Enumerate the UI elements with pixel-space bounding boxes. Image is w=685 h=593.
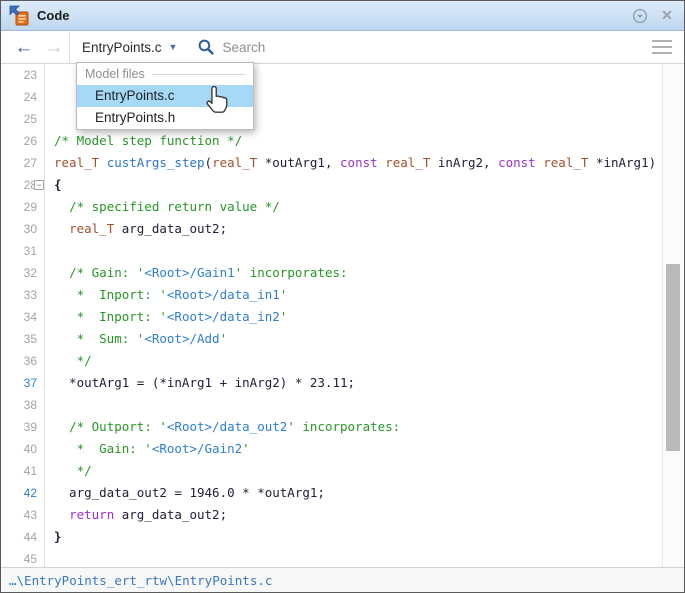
dropdown-group-rule xyxy=(151,73,245,75)
line-number: 44 xyxy=(23,530,37,544)
chevron-down-icon: ▼ xyxy=(168,42,178,52)
line-number: 31 xyxy=(23,244,37,258)
scrollbar-thumb[interactable] xyxy=(666,264,680,451)
code-line-text: * Gain: '<Root>/Gain2' xyxy=(76,441,250,456)
code-lines: 23 24 25 26 /* Model step function */ 27 real_… xyxy=(1,64,662,569)
code-line-text: *outArg1 = (*inArg1 + inArg2) * 23.11; xyxy=(54,375,356,390)
panel-title: Code xyxy=(37,8,70,23)
line-number: 36 xyxy=(23,354,37,368)
line-number: 38 xyxy=(23,398,37,412)
line-number: 41 xyxy=(23,464,37,478)
line-number: 32 xyxy=(23,266,37,280)
code-line[interactable]: 44} xyxy=(1,526,662,548)
file-path: …\EntryPoints_ert_rtw\EntryPoints.c xyxy=(9,572,273,588)
line-number: 45 xyxy=(23,552,37,566)
code-editor[interactable]: 23 24 25 26 /* Model step function */ 27 real_… xyxy=(1,64,662,569)
circle-chevron-down-icon[interactable] xyxy=(631,7,649,25)
code-line-text: } xyxy=(54,529,62,544)
code-line[interactable]: 41 */ xyxy=(1,460,662,482)
code-line[interactable]: 33 * Inport: '<Root>/data_in1' xyxy=(1,284,662,306)
line-number: 29 xyxy=(23,200,37,214)
code-line[interactable]: 45 xyxy=(1,548,662,569)
code-line-text: * Inport: '<Root>/data_in2' xyxy=(76,309,288,324)
code-line[interactable]: −28 { xyxy=(1,174,662,196)
dropdown-group-header: Model files xyxy=(77,63,253,85)
code-line-text: return arg_data_out2; xyxy=(69,507,228,522)
vertical-scrollbar[interactable] xyxy=(662,64,682,569)
line-number: 40 xyxy=(23,442,37,456)
code-line[interactable]: 35 * Sum: '<Root>/Add' xyxy=(1,328,662,350)
code-line[interactable]: 40 * Gain: '<Root>/Gain2' xyxy=(1,438,662,460)
search-icon[interactable] xyxy=(197,38,215,56)
line-number: 30 xyxy=(23,222,37,236)
line-number: 34 xyxy=(23,310,37,324)
code-line-text: * Sum: '<Root>/Add' xyxy=(76,331,228,346)
forward-arrow-icon[interactable]: → xyxy=(39,38,69,57)
title-bar: Code ✕ xyxy=(1,1,684,31)
code-line-text: /* Outport: '<Root>/data_out2' incorpora… xyxy=(69,419,401,434)
hamburger-menu-icon[interactable] xyxy=(652,40,672,54)
line-number: 27 xyxy=(23,156,37,170)
code-line-text: /* Model step function */ xyxy=(54,133,243,148)
code-line[interactable]: 42 arg_data_out2 = 1946.0 * *outArg1; xyxy=(1,482,662,504)
line-number: 37 xyxy=(23,376,37,390)
code-line-text: /* specified return value */ xyxy=(69,199,280,214)
code-line-text: arg_data_out2 = 1946.0 * *outArg1; xyxy=(54,485,325,500)
close-icon[interactable]: ✕ xyxy=(658,7,676,25)
code-line[interactable]: 43 return arg_data_out2; xyxy=(1,504,662,526)
search-input[interactable] xyxy=(222,39,603,55)
line-number: 42 xyxy=(23,486,37,500)
line-number: 35 xyxy=(23,332,37,346)
line-number: 43 xyxy=(23,508,37,522)
dropdown-group-label: Model files xyxy=(85,67,145,81)
code-line[interactable]: 38 xyxy=(1,394,662,416)
code-line-text: { xyxy=(54,177,62,192)
code-line-text: */ xyxy=(76,353,92,368)
code-line-text: real_T arg_data_out2; xyxy=(69,221,228,236)
code-line[interactable]: 26 /* Model step function */ xyxy=(1,130,662,152)
dropdown-item-entrypoints-h[interactable]: EntryPoints.h xyxy=(77,107,253,129)
code-line[interactable]: 36 */ xyxy=(1,350,662,372)
code-line[interactable]: 39 /* Outport: '<Root>/data_out2' incorp… xyxy=(1,416,662,438)
code-panel-window: Code ✕ ← → EntryPoints.c ▼ 23 xyxy=(0,0,685,593)
back-arrow-icon[interactable]: ← xyxy=(9,38,39,57)
code-line-text: * Inport: '<Root>/data_in1' xyxy=(76,287,288,302)
code-line-text: /* Gain: '<Root>/Gain1' incorporates: xyxy=(69,265,348,280)
fold-collapse-icon[interactable]: − xyxy=(34,180,44,190)
status-bar: …\EntryPoints_ert_rtw\EntryPoints.c xyxy=(1,567,684,592)
editor-toolbar: ← → EntryPoints.c ▼ xyxy=(1,30,684,64)
code-line[interactable]: 34 * Inport: '<Root>/data_in2' xyxy=(1,306,662,328)
line-number: 23 xyxy=(23,68,37,82)
code-line[interactable]: 37 *outArg1 = (*inArg1 + inArg2) * 23.11… xyxy=(1,372,662,394)
search-box xyxy=(197,38,652,56)
dropdown-item-entrypoints-c[interactable]: EntryPoints.c xyxy=(77,85,253,107)
line-number: 33 xyxy=(23,288,37,302)
code-line-text: */ xyxy=(76,463,92,478)
line-number: 26 xyxy=(23,134,37,148)
file-selector-dropdown[interactable]: EntryPoints.c ▼ xyxy=(69,30,187,64)
code-line[interactable]: 29 /* specified return value */ xyxy=(1,196,662,218)
line-number: 24 xyxy=(23,90,37,104)
line-number: 25 xyxy=(23,112,37,126)
file-selector-value: EntryPoints.c xyxy=(82,39,162,55)
code-line[interactable]: 32 /* Gain: '<Root>/Gain1' incorporates: xyxy=(1,262,662,284)
line-number: 39 xyxy=(23,420,37,434)
code-line[interactable]: 30 real_T arg_data_out2; xyxy=(1,218,662,240)
code-line[interactable]: 31 xyxy=(1,240,662,262)
line-number: 28 xyxy=(23,178,37,192)
code-line[interactable]: 27 real_T custArgs_step(real_T *outArg1, … xyxy=(1,152,662,174)
code-line-text: real_T custArgs_step(real_T *outArg1, co… xyxy=(54,155,657,170)
code-panel-icon xyxy=(9,5,33,27)
file-dropdown-menu: Model files EntryPoints.c EntryPoints.h xyxy=(76,62,254,130)
